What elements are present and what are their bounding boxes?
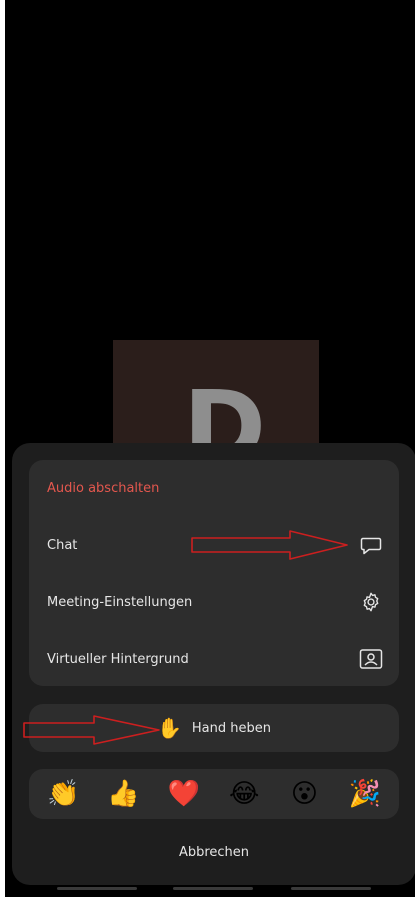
meeting-settings-label: Meeting-Einstellungen	[47, 594, 193, 610]
cancel-button[interactable]: Abbrechen	[12, 835, 415, 869]
menu-card: Audio abschalten Chat Meeting-Einstellun…	[29, 460, 399, 686]
party-popper-icon[interactable]: 🎉	[343, 781, 387, 807]
chat-label: Chat	[47, 537, 78, 553]
more-options-sheet: Audio abschalten Chat Meeting-Einstellun…	[12, 443, 415, 885]
annotation-arrow-hand	[23, 715, 160, 745]
cancel-label: Abbrechen	[178, 844, 250, 860]
red-heart-icon[interactable]: ❤️	[162, 781, 206, 807]
virtual-background-button[interactable]: Virtueller Hintergrund	[29, 631, 399, 686]
chat-bubble-icon	[359, 533, 383, 557]
surprised-face-icon[interactable]: 😮	[282, 781, 326, 807]
nav-bar-segment-right	[291, 887, 371, 890]
clapping-hands-icon[interactable]: 👏	[41, 781, 85, 807]
annotation-arrow-chat	[191, 530, 348, 560]
thumbs-up-icon[interactable]: 👍	[101, 781, 145, 807]
nav-bar-segment-center	[173, 887, 253, 890]
mute-audio-button[interactable]: Audio abschalten	[29, 460, 399, 516]
reactions-bar: 👏 👍 ❤️ 😂 😮 🎉	[29, 769, 399, 819]
meeting-screen: D Audio abschalten Chat Meeting-Einstell…	[5, 0, 415, 897]
mute-audio-label: Audio abschalten	[47, 480, 160, 496]
virtual-background-label: Virtueller Hintergrund	[47, 651, 189, 667]
tears-of-joy-icon[interactable]: 😂	[222, 781, 266, 807]
nav-bar-segment-left	[57, 887, 137, 890]
meeting-settings-button[interactable]: Meeting-Einstellungen	[29, 574, 399, 630]
gear-icon	[359, 590, 383, 614]
portrait-icon	[359, 647, 383, 671]
raise-hand-label: Hand heben	[191, 720, 271, 736]
